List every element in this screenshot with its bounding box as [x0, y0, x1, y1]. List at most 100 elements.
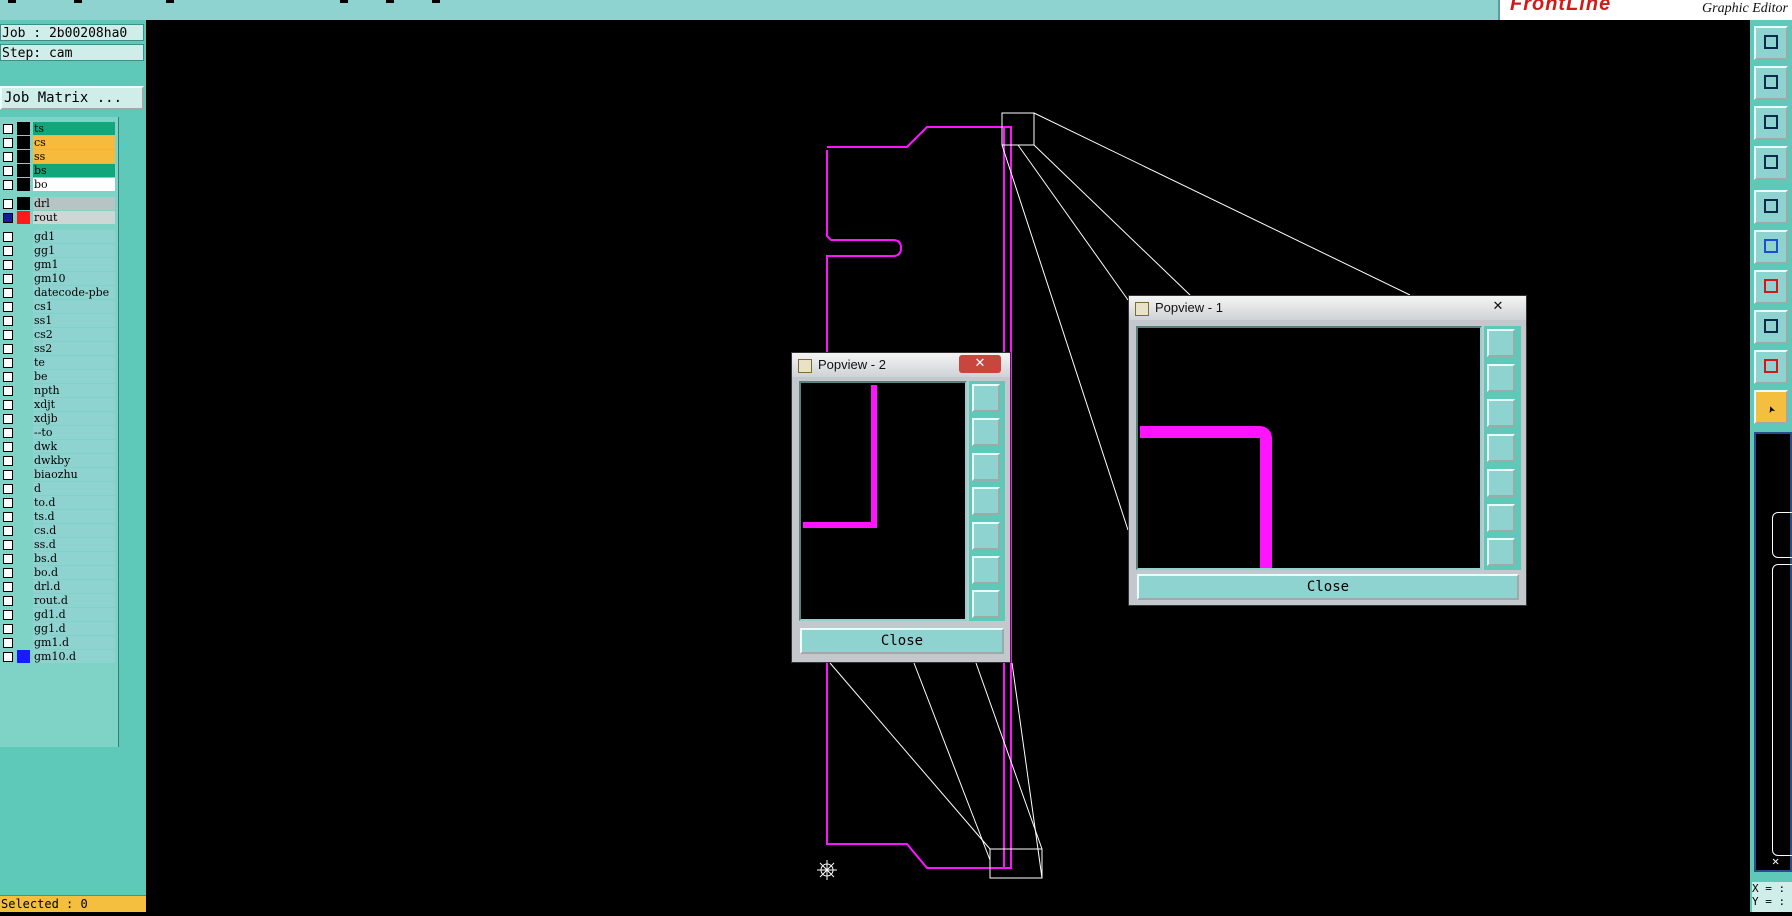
menu-item-marker[interactable]	[166, 0, 174, 3]
popview-1-window[interactable]: Popview - 1 ✕ Close	[1128, 295, 1527, 606]
layer-name[interactable]: --to	[33, 426, 115, 439]
layer-row[interactable]: --to	[0, 425, 118, 440]
layer-row[interactable]: gm1.d	[0, 635, 118, 650]
layer-name[interactable]: gm10.d	[33, 650, 115, 663]
close-icon[interactable]: ✕	[1477, 298, 1519, 316]
layer-row[interactable]: bo.d	[0, 565, 118, 580]
layer-checkbox[interactable]	[3, 199, 13, 209]
layer-checkbox[interactable]	[3, 624, 13, 634]
home-icon[interactable]	[1754, 26, 1788, 60]
layer-name[interactable]: biaozhu	[33, 468, 115, 481]
layer-row[interactable]: te	[0, 355, 118, 370]
pan-up-icon[interactable]	[972, 418, 1000, 446]
layer-checkbox[interactable]	[3, 330, 13, 340]
layer-row[interactable]: gd1	[0, 229, 118, 244]
menu-item-marker[interactable]	[340, 0, 348, 3]
layer-row[interactable]: gg1	[0, 243, 118, 258]
layer-name[interactable]: ss2	[33, 342, 115, 355]
pan-right-icon[interactable]	[1487, 469, 1515, 497]
measure-icon[interactable]	[1754, 270, 1788, 304]
layer-row[interactable]: gm10	[0, 271, 118, 286]
layer-checkbox[interactable]	[3, 554, 13, 564]
layer-row[interactable]: xdjb	[0, 411, 118, 426]
layer-row[interactable]: gd1.d	[0, 607, 118, 622]
layer-name[interactable]: dwkby	[33, 454, 115, 467]
zoom-in-icon[interactable]	[972, 556, 1000, 584]
layer-name[interactable]: d	[33, 482, 115, 495]
layer-checkbox[interactable]	[3, 138, 13, 148]
layer-name[interactable]: drl	[33, 197, 115, 210]
pan-down-icon[interactable]	[1487, 399, 1515, 427]
zoom-out-icon[interactable]	[1487, 538, 1515, 566]
layer-checkbox[interactable]	[3, 540, 13, 550]
layer-row[interactable]: xdjt	[0, 397, 118, 412]
layer-row[interactable]: be	[0, 369, 118, 384]
layer-checkbox[interactable]	[3, 232, 13, 242]
layer-name[interactable]: to.d	[33, 496, 115, 509]
layer-checkbox[interactable]	[3, 610, 13, 620]
layer-name[interactable]: gg1.d	[33, 622, 115, 635]
layer-checkbox[interactable]	[3, 302, 13, 312]
mini-close-icon[interactable]: ✕	[1772, 854, 1779, 868]
layer-name[interactable]: ts	[33, 122, 115, 135]
layer-row[interactable]: dwk	[0, 439, 118, 454]
layer-checkbox[interactable]	[3, 526, 13, 536]
popview-2-viewport[interactable]	[799, 381, 967, 621]
layer-checkbox[interactable]	[3, 596, 13, 606]
layer-row[interactable]: ss1	[0, 313, 118, 328]
layer-checkbox[interactable]	[3, 442, 13, 452]
layer-row[interactable]: cs.d	[0, 523, 118, 538]
layer-row[interactable]: cs	[0, 135, 118, 150]
layer-checkbox[interactable]	[3, 372, 13, 382]
layer-name[interactable]: gd1	[33, 230, 115, 243]
popview-2-titlebar[interactable]: Popview - 2 ✕	[792, 353, 1010, 377]
layer-row[interactable]: npth	[0, 383, 118, 398]
layer-checkbox[interactable]	[3, 274, 13, 284]
popview-1-viewport[interactable]	[1136, 326, 1482, 570]
layer-checkbox[interactable]	[3, 358, 13, 368]
layer-name[interactable]: drl.d	[33, 580, 115, 593]
layer-row[interactable]: drl.d	[0, 579, 118, 594]
layer-row[interactable]: d	[0, 481, 118, 496]
zoom-window-icon[interactable]	[972, 384, 1000, 412]
layer-row[interactable]: rout.d	[0, 593, 118, 608]
layer-name[interactable]: rout.d	[33, 594, 115, 607]
job-matrix-button[interactable]: Job Matrix ...	[0, 86, 144, 110]
layer-checkbox[interactable]	[3, 260, 13, 270]
layer-name[interactable]: gm1.d	[33, 636, 115, 649]
layer-name[interactable]: bs.d	[33, 552, 115, 565]
popview-2-close-button[interactable]: Close	[800, 628, 1004, 654]
layer-name[interactable]: cs1	[33, 300, 115, 313]
settings-tools-icon[interactable]	[1754, 146, 1788, 180]
layer-checkbox[interactable]	[3, 152, 13, 162]
layer-name[interactable]: ss	[33, 150, 115, 163]
layer-checkbox[interactable]	[3, 498, 13, 508]
layer-checkbox[interactable]	[3, 638, 13, 648]
layer-name[interactable]: cs2	[33, 328, 115, 341]
layer-name[interactable]: ss.d	[33, 538, 115, 551]
layer-row[interactable]: datecode-pbe	[0, 285, 118, 300]
layer-row[interactable]: gm10.d	[0, 649, 118, 664]
layer-row[interactable]: biaozhu	[0, 467, 118, 482]
layer-row[interactable]: cs2	[0, 327, 118, 342]
layer-row[interactable]: gm1	[0, 257, 118, 272]
layer-checkbox[interactable]	[3, 470, 13, 480]
layer-name[interactable]: gg1	[33, 244, 115, 257]
layer-checkbox[interactable]	[3, 246, 13, 256]
layer-row[interactable]: ts	[0, 121, 118, 136]
zoom-out-icon[interactable]	[972, 590, 1000, 618]
layer-row[interactable]: ss	[0, 149, 118, 164]
layer-name[interactable]: bo	[33, 178, 115, 191]
snapshot-icon[interactable]	[1754, 190, 1788, 224]
layer-checkbox[interactable]	[3, 484, 13, 494]
layer-row[interactable]: ts.d	[0, 509, 118, 524]
layer-checkbox[interactable]	[3, 166, 13, 176]
layer-checkbox[interactable]	[3, 316, 13, 326]
layer-name[interactable]: datecode-pbe	[33, 286, 115, 299]
popview-2-window[interactable]: Popview - 2 ✕ Close	[791, 352, 1011, 663]
layer-name[interactable]: gm10	[33, 272, 115, 285]
layer-name[interactable]: cs	[33, 136, 115, 149]
pan-left-icon[interactable]	[1487, 434, 1515, 462]
layer-name[interactable]: te	[33, 356, 115, 369]
layer-name[interactable]: rout	[33, 211, 115, 224]
